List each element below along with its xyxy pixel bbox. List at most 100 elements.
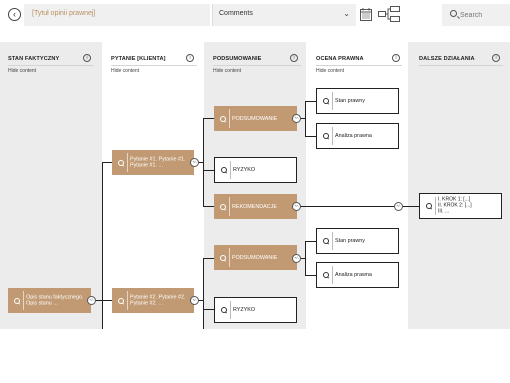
search-icon[interactable] — [219, 254, 227, 262]
node-pytanie-2[interactable]: Pytanie #2. Pytanie #2. Pytanie #2. ... — [112, 288, 194, 313]
node-text: RYZYKO — [233, 166, 256, 173]
column-title: DALSZE DZIAŁANIA — [419, 56, 475, 62]
expand-collapse-toggle[interactable]: +/- — [292, 114, 301, 123]
search-icon[interactable] — [13, 297, 21, 305]
node-divider — [435, 197, 436, 215]
column-title: PYTANIE [KLIENTA] — [111, 56, 166, 62]
node-text: PODSUMOWANIE — [232, 115, 278, 122]
opinion-title-placeholder: [Tytuł opinii prawnej] — [32, 10, 96, 17]
node-text: Pytanie #2. Pytanie #2. Pytanie #2. ... — [130, 294, 186, 307]
node-stan-prawny-2[interactable]: Stan prawny — [316, 228, 399, 254]
search-field[interactable] — [442, 4, 510, 26]
node-divider — [332, 127, 333, 145]
search-icon[interactable] — [220, 166, 228, 174]
column-divider — [419, 65, 503, 66]
hide-content-link[interactable]: Hide content — [111, 68, 139, 74]
node-podsumowanie-2[interactable]: PODSUMOWANIE — [214, 245, 297, 270]
node-divider — [229, 248, 230, 267]
opinion-title-field[interactable]: [Tytuł opinii prawnej] — [24, 4, 210, 26]
link-line — [305, 136, 316, 137]
node-divider — [229, 109, 230, 128]
node-stan-prawny-1[interactable]: Stan prawny — [316, 88, 399, 114]
chevron-down-icon: ⌄ — [343, 9, 350, 18]
node-text: Pytanie #1. Pytanie #1. Pytanie #1. ... — [130, 156, 186, 169]
link-line — [102, 300, 112, 301]
info-icon[interactable]: i — [186, 54, 194, 62]
node-divider — [332, 232, 333, 250]
info-icon[interactable]: i — [492, 54, 500, 62]
info-icon[interactable]: i — [392, 54, 400, 62]
node-text: I. KROK 1: [...] II. KROK 2: [...] III. … — [438, 196, 472, 214]
node-analiza-prawna-2[interactable]: Analiza prawna — [316, 262, 399, 288]
node-stan-faktyczny[interactable]: Opis stanu faktycznego. Opis stanu ... — [8, 288, 91, 313]
node-text: REKOMENDACJE — [232, 203, 277, 210]
search-icon[interactable] — [219, 115, 227, 123]
link-line — [203, 206, 214, 207]
chevron-left-icon[interactable]: ‹ — [8, 8, 21, 21]
node-divider — [23, 291, 24, 310]
link-line — [203, 309, 214, 310]
search-icon[interactable] — [322, 237, 330, 245]
node-text: PODSUMOWANIE — [232, 254, 278, 261]
search-icon[interactable] — [322, 97, 330, 105]
top-bar: ‹ [Tytuł opinii prawnej] Comments ⌄ — [0, 0, 510, 30]
search-icon — [450, 10, 457, 17]
column-dalsze-dzialania: DALSZE DZIAŁANIA i — [408, 42, 510, 329]
node-podsumowanie-1[interactable]: PODSUMOWANIE — [214, 106, 297, 131]
search-icon[interactable] — [117, 159, 125, 167]
hide-content-link[interactable]: Hide content — [316, 68, 344, 74]
node-ryzyko-1[interactable]: RYZYKO — [214, 157, 297, 183]
link-line — [305, 241, 316, 242]
expand-collapse-toggle[interactable]: +/- — [292, 254, 301, 263]
link-line — [305, 101, 316, 102]
calendar-grid-icon[interactable] — [360, 8, 372, 21]
link-line — [203, 118, 214, 119]
column-title: STAN FAKTYCZNY — [8, 56, 60, 62]
column-podsumowanie: PODSUMOWANIE i Hide content — [204, 42, 306, 329]
node-text: Analiza prawna — [335, 271, 372, 278]
info-icon[interactable]: i — [83, 54, 91, 62]
expand-collapse-toggle[interactable]: +/- — [190, 296, 199, 305]
node-divider — [230, 161, 231, 179]
comments-label: Comments — [219, 10, 253, 17]
expand-collapse-toggle[interactable]: +/- — [190, 158, 199, 167]
search-icon[interactable] — [117, 297, 125, 305]
node-analiza-prawna-1[interactable]: Analiza prawna — [316, 123, 399, 149]
column-divider — [316, 65, 402, 66]
node-pytanie-1[interactable]: Pytanie #1. Pytanie #1. Pytanie #1. ... — [112, 150, 194, 175]
node-divider — [332, 92, 333, 110]
node-divider — [127, 291, 128, 310]
expand-collapse-toggle[interactable]: +/- — [87, 296, 96, 305]
search-icon[interactable] — [425, 202, 433, 210]
node-dalsze-dzialania[interactable]: I. KROK 1: [...] II. KROK 2: [...] III. … — [419, 193, 502, 219]
node-text: RYZYKO — [233, 306, 256, 313]
comments-dropdown[interactable]: Comments ⌄ — [212, 4, 356, 26]
expand-collapse-toggle[interactable]: +/- — [394, 202, 403, 211]
node-rekomendacje[interactable]: REKOMENDACJE — [214, 194, 297, 219]
hide-content-link[interactable]: Hide content — [213, 68, 241, 74]
column-title: OCENA PRAWNA — [316, 56, 364, 62]
column-divider — [111, 65, 197, 66]
search-icon[interactable] — [219, 203, 227, 211]
expand-collapse-toggle[interactable]: +/- — [292, 202, 301, 211]
search-icon[interactable] — [220, 306, 228, 314]
node-text: Analiza prawna — [335, 132, 372, 139]
search-icon[interactable] — [322, 132, 330, 140]
node-divider — [127, 153, 128, 172]
link-line — [203, 170, 214, 171]
node-divider — [229, 197, 230, 216]
link-line — [305, 241, 306, 275]
column-stan-faktyczny: STAN FAKTYCZNY i Hide content — [0, 42, 102, 329]
hide-content-link[interactable]: Hide content — [8, 68, 36, 74]
flow-diagram-icon[interactable] — [378, 6, 400, 22]
search-icon[interactable] — [322, 271, 330, 279]
link-line — [102, 162, 103, 329]
node-text: Stan prawny — [335, 237, 365, 244]
node-divider — [332, 266, 333, 284]
node-text: Opis stanu faktycznego. Opis stanu ... — [26, 294, 84, 307]
link-line — [102, 162, 112, 163]
info-icon[interactable]: i — [290, 54, 298, 62]
node-ryzyko-2[interactable]: RYZYKO — [214, 297, 297, 323]
node-text: Stan prawny — [335, 97, 365, 104]
search-input[interactable] — [460, 9, 506, 21]
